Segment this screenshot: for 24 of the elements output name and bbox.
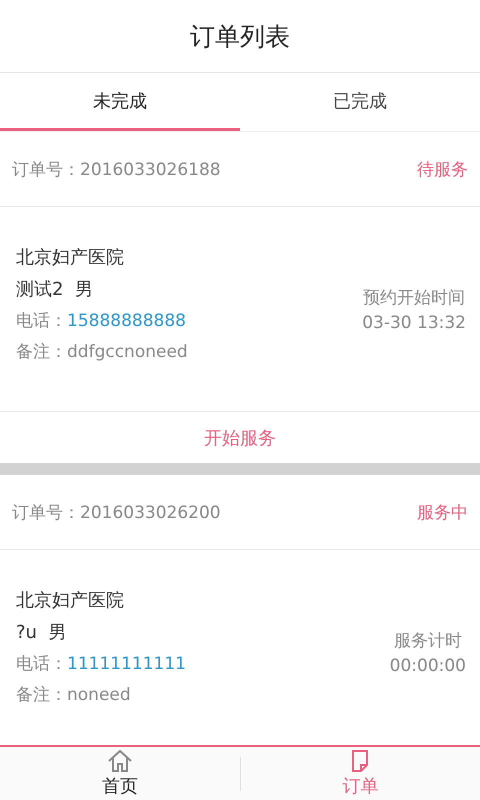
hospital-name: 北京妇产医院 — [16, 589, 125, 612]
tab[interactable]: 已完成 — [240, 73, 480, 131]
home-icon — [106, 749, 133, 773]
time-value: 00:00:00 — [390, 656, 466, 676]
time-value: 03-30 13:32 — [362, 312, 466, 332]
order-number: 订单号：2016033026200 — [12, 502, 221, 524]
order-status: 待服务 — [417, 158, 468, 180]
patient-info: 测试2 男 — [16, 278, 94, 301]
order-number: 订单号：2016033026188 — [12, 158, 221, 180]
tab[interactable]: 未完成 — [0, 73, 240, 131]
note-text: 备注：noneed — [16, 684, 132, 706]
page-title: 订单列表 — [190, 20, 290, 52]
phone-label: 电话： — [16, 311, 67, 331]
phone-link[interactable]: 11111111111 — [67, 654, 186, 674]
phone-label: 电话： — [16, 654, 67, 674]
phone-link[interactable]: 15888888888 — [67, 311, 186, 331]
nav-tab[interactable]: 订单 — [240, 749, 480, 798]
nav-tab[interactable]: 首页 — [0, 749, 240, 798]
order-status: 服务中 — [417, 502, 468, 524]
note-text: 备注：ddfgccnoneed — [16, 341, 188, 363]
hospital-name: 北京妇产医院 — [16, 246, 125, 269]
patient-info: ?u 男 — [16, 621, 68, 644]
time-label: 服务计时 — [394, 630, 462, 652]
time-label: 预约开始时间 — [363, 286, 466, 308]
